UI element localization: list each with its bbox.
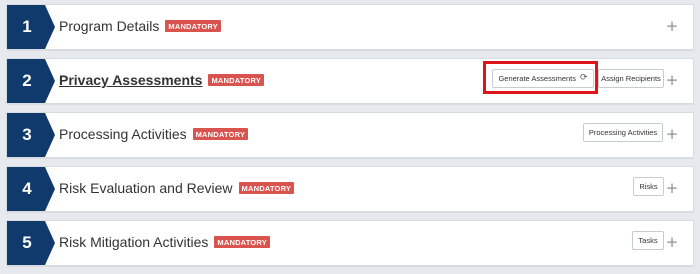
- step-title-label[interactable]: Privacy Assessments: [59, 72, 202, 88]
- mandatory-badge: MANDATORY: [214, 236, 270, 248]
- assign-recipients-button[interactable]: Assign Recipients: [598, 69, 664, 88]
- step-row-processing-activities[interactable]: 3 Processing Activities MANDATORY Proces…: [6, 112, 694, 158]
- step-number-badge: 3: [7, 113, 55, 157]
- step-number-badge: 1: [7, 5, 55, 49]
- mandatory-badge: MANDATORY: [238, 182, 295, 194]
- step-title-label[interactable]: Risk Mitigation Activities: [59, 234, 208, 250]
- plus-icon[interactable]: +: [665, 233, 679, 251]
- step-title[interactable]: Program Details MANDATORY: [59, 18, 221, 34]
- refresh-icon: ⟳: [580, 73, 588, 83]
- step-row-privacy-assessments[interactable]: 2 Privacy Assessments MANDATORY Generate…: [6, 58, 694, 104]
- step-title-label[interactable]: Risk Evaluation and Review: [59, 180, 233, 196]
- generate-assessments-label: Generate Assessments: [498, 74, 576, 83]
- step-title[interactable]: Risk Evaluation and Review MANDATORY: [59, 180, 295, 196]
- step-row-risk-mitigation[interactable]: 5 Risk Mitigation Activities MANDATORY T…: [6, 220, 694, 266]
- plus-icon[interactable]: +: [665, 125, 679, 143]
- step-row-program-details[interactable]: 1 Program Details MANDATORY +: [6, 4, 694, 50]
- generate-assessments-button[interactable]: Generate Assessments ⟳: [492, 69, 594, 88]
- step-number-badge: 2: [7, 59, 55, 103]
- step-number-badge: 5: [7, 221, 55, 265]
- plus-icon[interactable]: +: [665, 71, 679, 89]
- step-title-label[interactable]: Program Details: [59, 18, 159, 34]
- step-title[interactable]: Privacy Assessments MANDATORY: [59, 72, 265, 88]
- step-title[interactable]: Processing Activities MANDATORY: [59, 126, 249, 142]
- plus-icon[interactable]: +: [665, 17, 679, 35]
- mandatory-badge: MANDATORY: [208, 74, 265, 86]
- step-title[interactable]: Risk Mitigation Activities MANDATORY: [59, 234, 270, 250]
- step-number-badge: 4: [7, 167, 55, 211]
- plus-icon[interactable]: +: [665, 179, 679, 197]
- mandatory-badge: MANDATORY: [165, 20, 221, 32]
- step-title-label[interactable]: Processing Activities: [59, 126, 187, 142]
- step-row-risk-evaluation[interactable]: 4 Risk Evaluation and Review MANDATORY R…: [6, 166, 694, 212]
- mandatory-badge: MANDATORY: [192, 128, 249, 140]
- tasks-button[interactable]: Tasks: [632, 231, 664, 250]
- processing-activities-button[interactable]: Processing Activities: [583, 123, 663, 142]
- risks-button[interactable]: Risks: [633, 177, 664, 196]
